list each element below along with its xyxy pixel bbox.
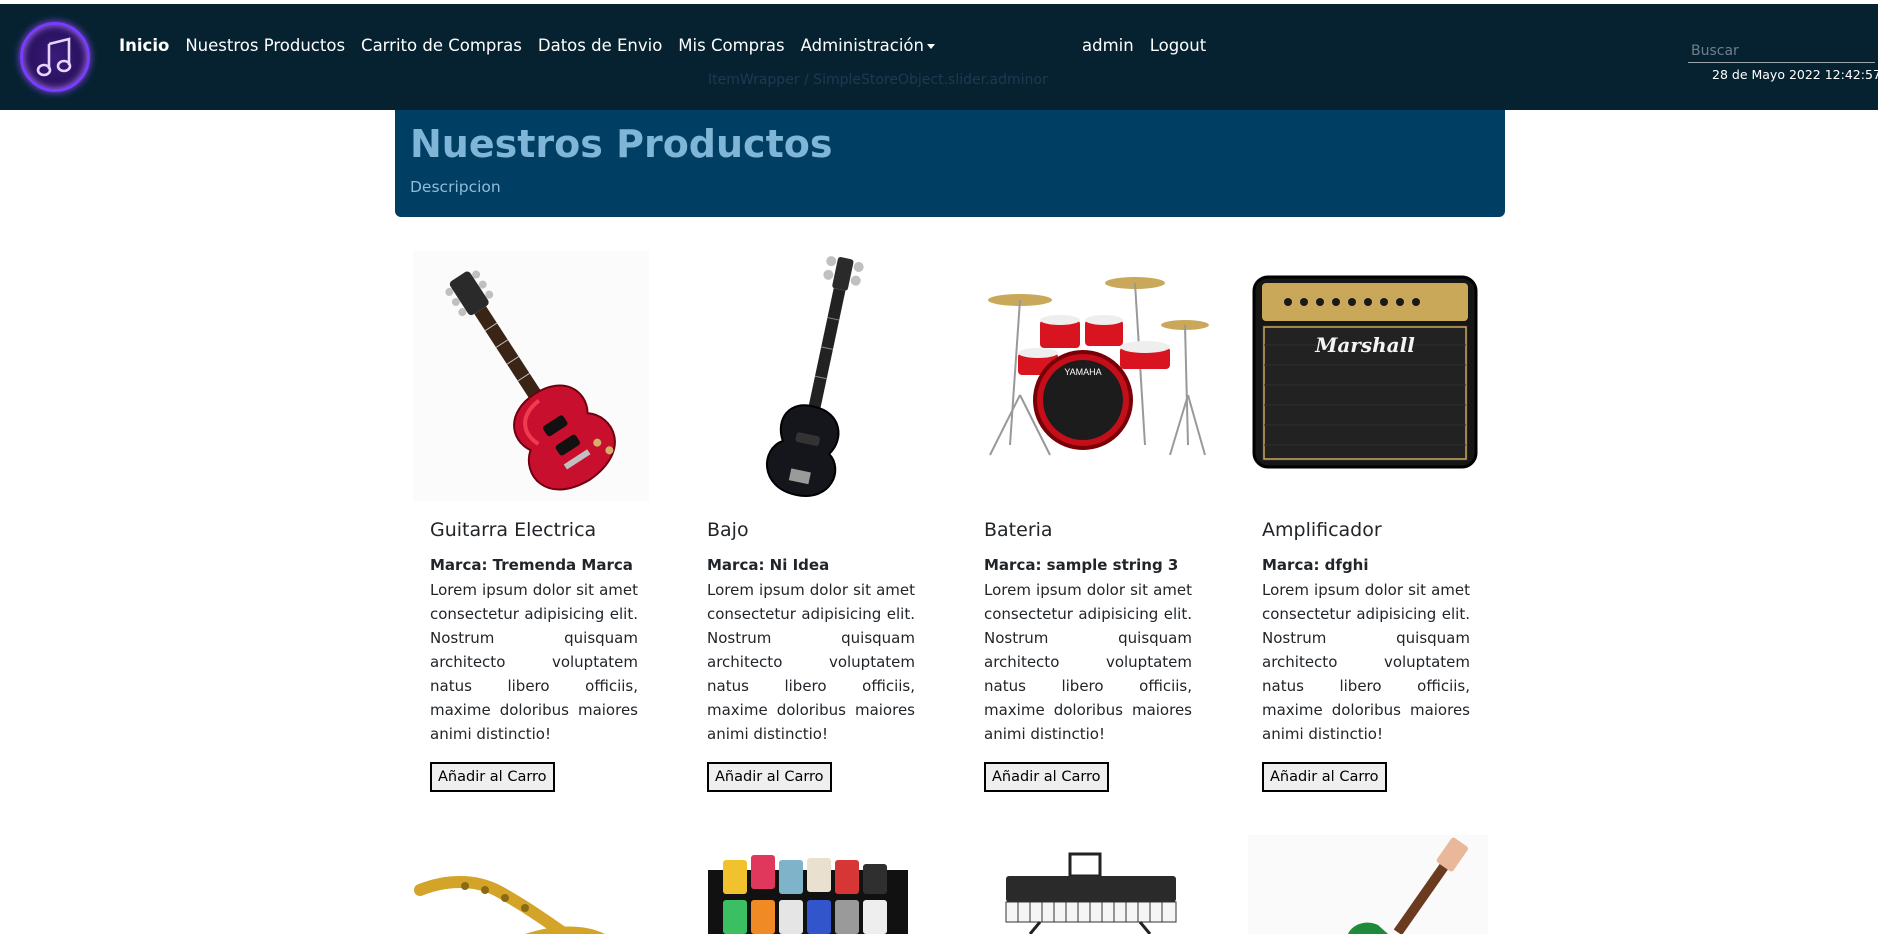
faded-debug-text: ItemWrapper / SimpleStoreObject.slider.a… <box>708 72 1048 88</box>
pedalboard-icon[interactable] <box>683 840 933 934</box>
page-title: Nuestros Productos <box>410 122 833 166</box>
product-description: Lorem ipsum dolor sit amet consectetur a… <box>1262 581 1470 743</box>
add-to-cart-button[interactable]: Añadir al Carro <box>430 762 555 792</box>
product-brand: Marca: Tremenda Marca <box>430 556 633 574</box>
search-box <box>1688 40 1875 63</box>
electric-guitar-icon <box>413 251 649 501</box>
amplifier-icon: Marshall <box>1252 275 1478 469</box>
product-brand: Marca: sample string 3 <box>984 556 1179 574</box>
product-card-guitarra: Guitarra Electrica Marca: Tremenda Marca… <box>405 245 655 792</box>
product-image[interactable] <box>405 245 655 505</box>
logout-link[interactable]: Logout <box>1150 36 1207 55</box>
nav-nuestros-productos[interactable]: Nuestros Productos <box>185 36 345 55</box>
amp-brand-text: Marshall <box>1314 333 1415 357</box>
product-card-bateria: YAMAHA Bateria Marca: sample string 3 Lo… <box>960 245 1210 792</box>
product-card-saxofon <box>405 840 655 934</box>
product-name: Guitarra Electrica <box>430 519 597 541</box>
nav-mis-compras[interactable]: Mis Compras <box>678 36 784 55</box>
product-name: Bateria <box>984 519 1053 541</box>
product-image[interactable]: YAMAHA <box>960 245 1210 505</box>
product-description: Lorem ipsum dolor sit amet consectetur a… <box>707 581 915 743</box>
saxophone-icon[interactable] <box>405 840 655 934</box>
keyboard-icon[interactable] <box>960 840 1210 934</box>
nav-inicio[interactable]: Inicio <box>119 36 169 55</box>
nav-carrito-de-compras[interactable]: Carrito de Compras <box>361 36 522 55</box>
add-to-cart-button[interactable]: Añadir al Carro <box>1262 762 1387 792</box>
product-description: Lorem ipsum dolor sit amet consectetur a… <box>430 581 638 743</box>
product-card-teclado <box>960 840 1210 934</box>
nav-datos-de-envio[interactable]: Datos de Envio <box>538 36 662 55</box>
drum-kit-icon: YAMAHA <box>988 277 1209 456</box>
user-nav: admin Logout <box>1082 36 1222 55</box>
main-nav: Inicio Nuestros Productos Carrito de Com… <box>119 36 951 55</box>
product-card-amplificador: Marshall Amplificador Marca: dfghi Lorem… <box>1238 245 1488 792</box>
hero-banner: Nuestros Productos Descripcion <box>395 110 1505 217</box>
product-image[interactable]: Marshall <box>1238 245 1488 505</box>
product-image[interactable] <box>683 245 933 505</box>
page-subtitle: Descripcion <box>410 178 501 196</box>
add-to-cart-button[interactable]: Añadir al Carro <box>707 762 832 792</box>
nav-administracion-label: Administración <box>800 36 924 55</box>
nav-user-admin[interactable]: admin <box>1082 36 1134 55</box>
product-name: Amplificador <box>1262 519 1382 541</box>
product-name: Bajo <box>707 519 749 541</box>
datetime-display: 28 de Mayo 2022 12:42:57 <box>1712 67 1878 82</box>
search-input[interactable] <box>1688 40 1875 63</box>
product-card-pedalboard <box>683 840 933 934</box>
product-card-bajo: Bajo Marca: Ni Idea Lorem ipsum dolor si… <box>683 245 933 792</box>
product-card-guitarra-verde <box>1238 835 1488 934</box>
bass-guitar-icon <box>766 256 864 497</box>
product-description: Lorem ipsum dolor sit amet consectetur a… <box>984 581 1192 743</box>
navbar: Inicio Nuestros Productos Carrito de Com… <box>0 4 1878 110</box>
caret-down-icon <box>926 44 935 49</box>
nav-administracion-dropdown[interactable]: Administración <box>801 36 935 55</box>
product-brand: Marca: Ni Idea <box>707 556 830 574</box>
svg-text:YAMAHA: YAMAHA <box>1064 367 1101 377</box>
add-to-cart-button[interactable]: Añadir al Carro <box>984 762 1109 792</box>
music-note-logo-icon[interactable] <box>20 22 90 92</box>
green-guitar-icon[interactable] <box>1238 835 1488 934</box>
product-brand: Marca: dfghi <box>1262 556 1369 574</box>
